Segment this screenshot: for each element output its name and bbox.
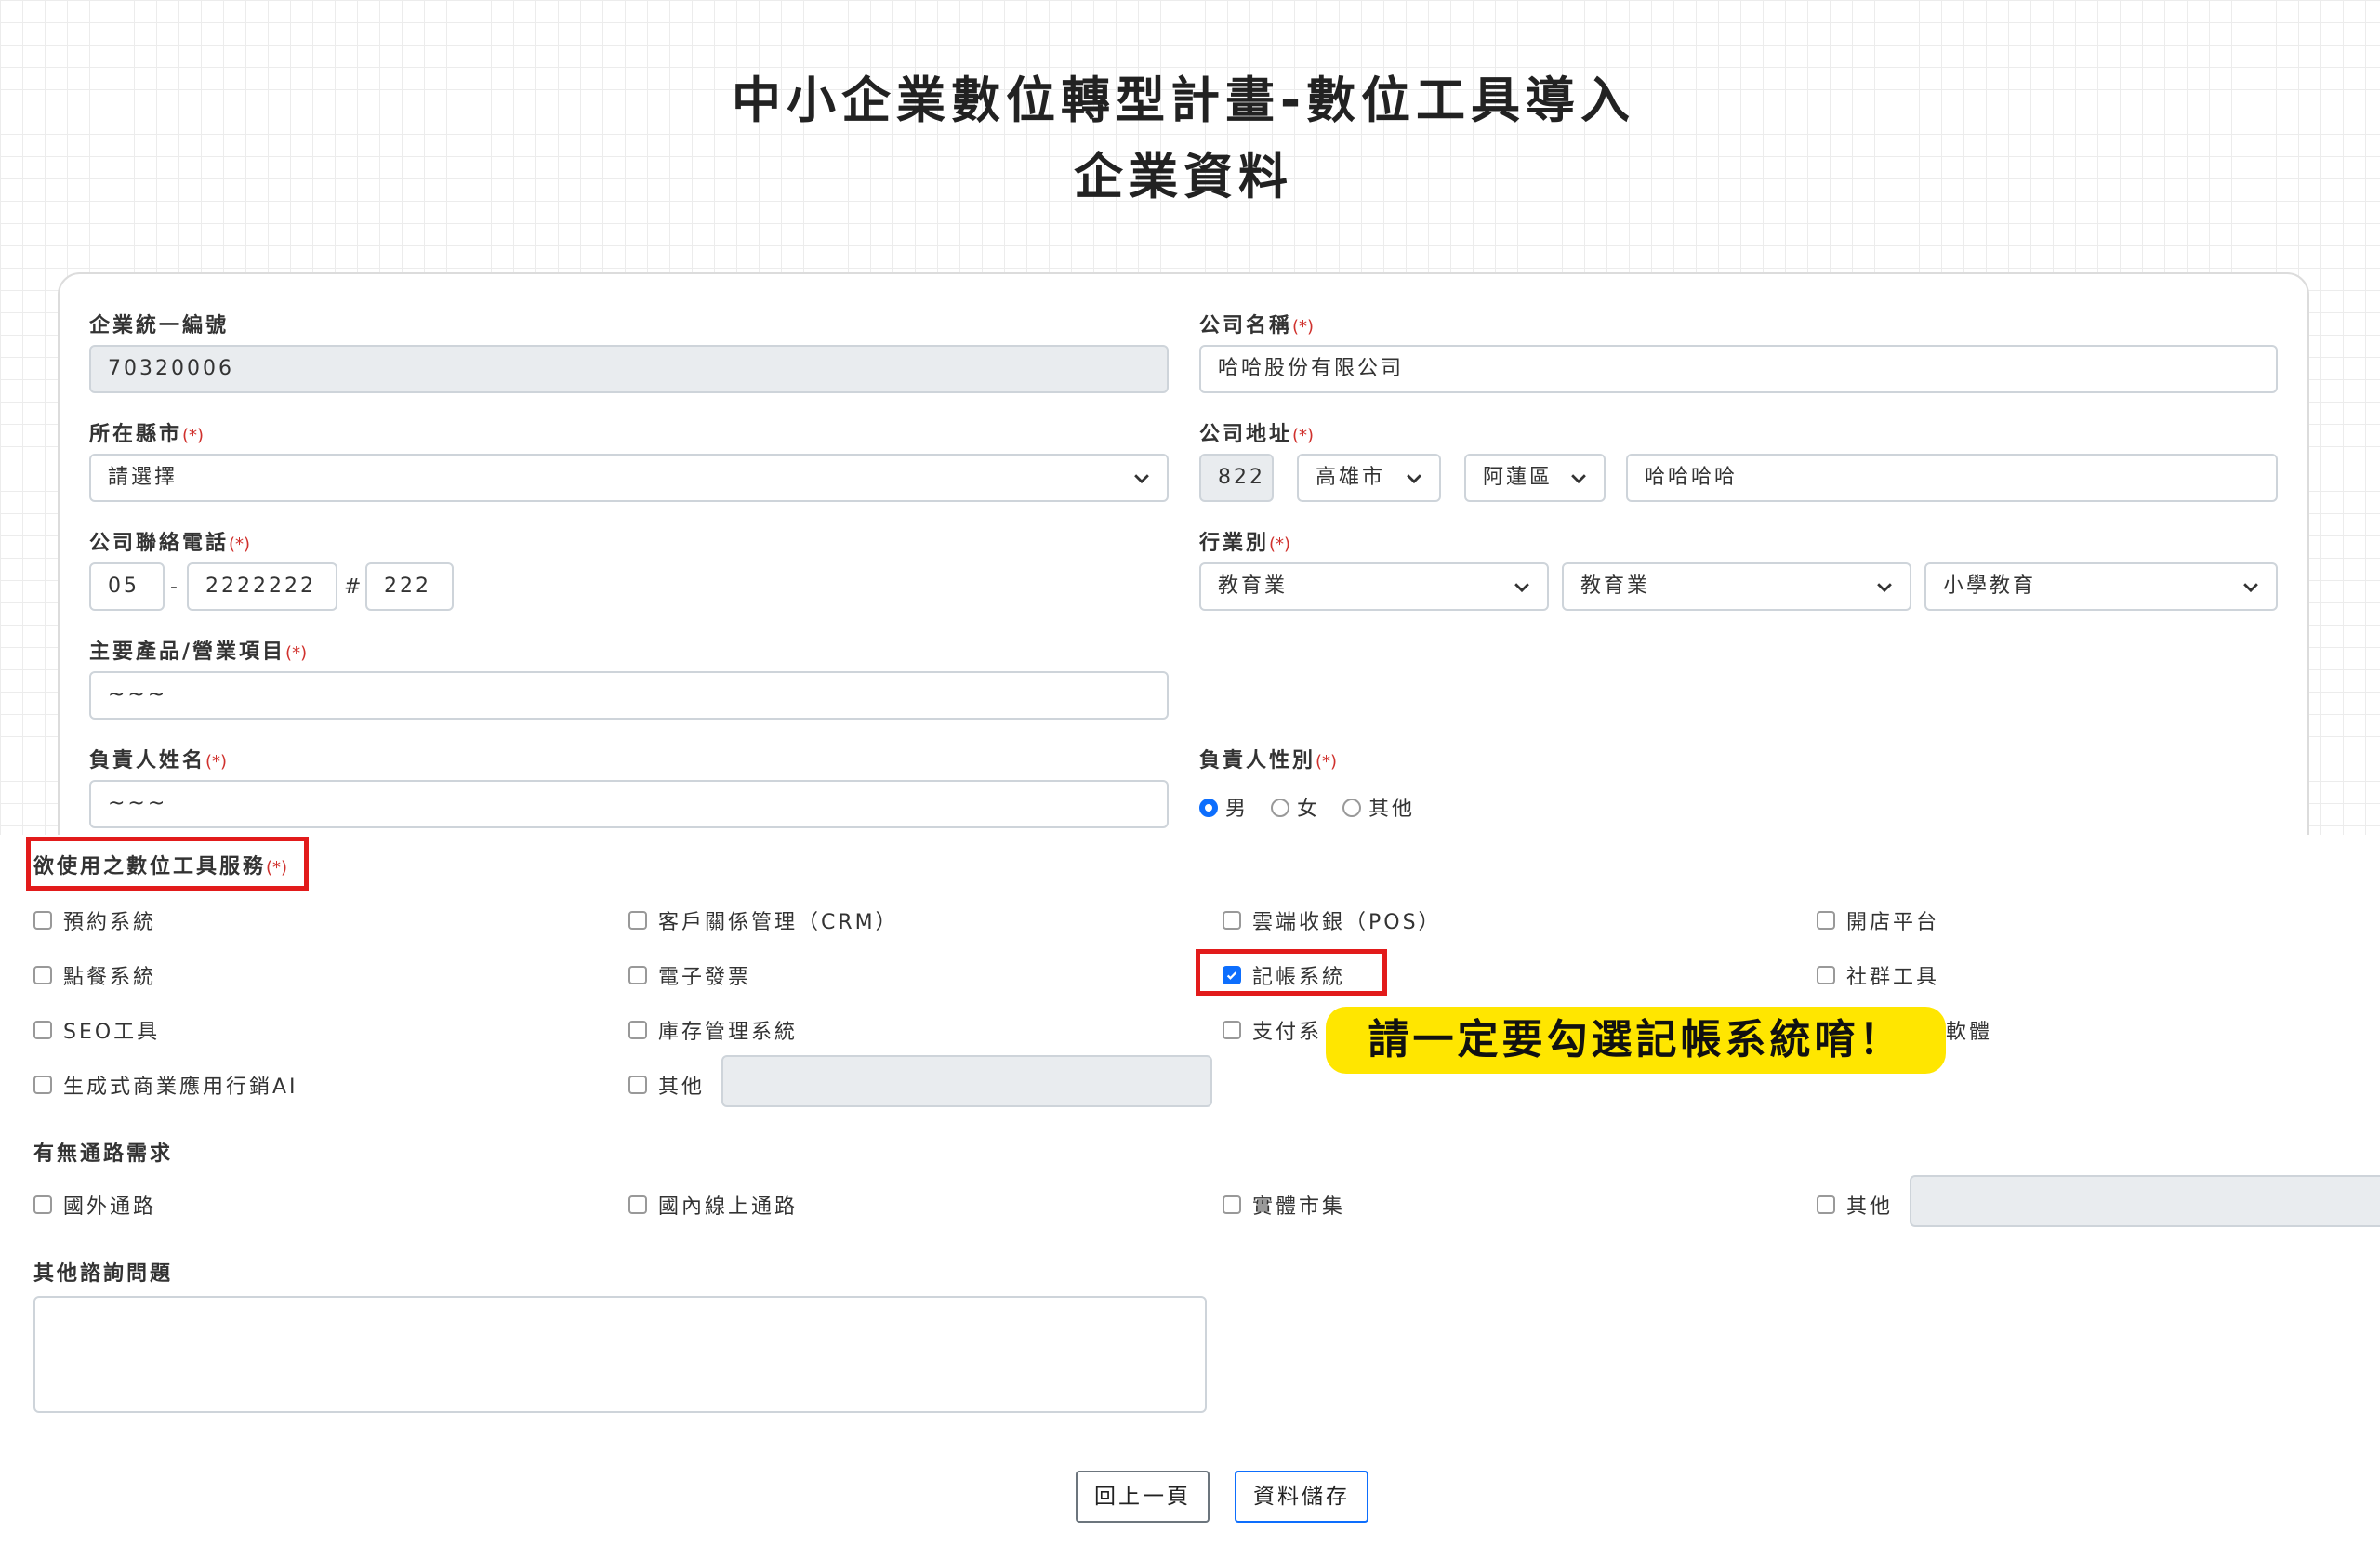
products-field[interactable]: ~~~ (89, 671, 1169, 720)
tool-option-ordering[interactable]: 點餐系統 (33, 960, 156, 990)
tool-option-crm[interactable]: 客戶關係管理（CRM） (628, 905, 899, 935)
highlight-box-accounting (1196, 949, 1387, 996)
tool-option-e-invoice[interactable]: 電子發票 (628, 960, 751, 990)
company-name-field[interactable]: 哈哈股份有限公司 (1199, 345, 2278, 393)
phone-hash: # (344, 575, 362, 599)
tool-option-seo[interactable]: SEO工具 (33, 1015, 160, 1045)
chevron-down-icon (2243, 583, 2258, 593)
back-button[interactable]: 回上一頁 (1076, 1471, 1210, 1523)
owner-gender-options: 男 女 其他 (1199, 792, 1415, 822)
page-subtitle: 企業資料 (1074, 149, 1293, 205)
channel-other-field[interactable] (1910, 1175, 2380, 1227)
other-questions-textarea[interactable] (33, 1296, 1207, 1413)
tool-option-booking[interactable]: 預約系統 (33, 905, 156, 935)
chevron-down-icon (1571, 474, 1586, 484)
products-label: 主要產品/營業項目(*) (89, 640, 308, 664)
chevron-down-icon (1407, 474, 1421, 484)
address-district-select[interactable]: 阿蓮區 (1464, 454, 1606, 502)
highlight-box-tools-label (26, 837, 309, 891)
channels-label: 有無通路需求 (33, 1142, 174, 1166)
owner-name-label: 負責人姓名(*) (89, 749, 228, 772)
chevron-down-icon (1134, 474, 1149, 484)
tool-option-genai[interactable]: 生成式商業應用行銷AI (33, 1070, 298, 1100)
tool-option-pos[interactable]: 雲端收銀（POS） (1223, 905, 1442, 935)
gender-radio-male[interactable]: 男 (1199, 798, 1249, 821)
city-label: 所在縣市(*) (89, 423, 205, 446)
tool-other-field[interactable] (721, 1055, 1212, 1107)
industry-level3-select[interactable]: 小學教育 (1924, 562, 2278, 611)
tool-option-payment[interactable]: 支付系 (1223, 1015, 1322, 1045)
channel-option-overseas[interactable]: 國外通路 (33, 1190, 156, 1220)
tool-option-software[interactable]: 軟體 (1946, 1015, 1992, 1045)
save-button[interactable]: 資料儲存 (1235, 1471, 1368, 1523)
industry-level1-select[interactable]: 教育業 (1199, 562, 1549, 611)
phone-label: 公司聯絡電話(*) (89, 532, 251, 555)
tax-id-label: 企業統一編號 (89, 314, 230, 337)
phone-number-field[interactable]: 2222222 (187, 562, 337, 611)
tool-option-inventory[interactable]: 庫存管理系統 (628, 1015, 798, 1045)
zip-code-field[interactable]: 822 (1199, 454, 1274, 502)
channel-option-domestic-online[interactable]: 國內線上通路 (628, 1190, 798, 1220)
owner-gender-label: 負責人性別(*) (1199, 749, 1338, 772)
city-select[interactable]: 請選擇 (89, 454, 1169, 502)
tool-option-other[interactable]: 其他 (628, 1070, 705, 1100)
industry-level2-select[interactable]: 教育業 (1562, 562, 1911, 611)
owner-name-field[interactable]: ~~~ (89, 780, 1169, 828)
phone-dash: - (170, 575, 178, 599)
address-street-field[interactable]: 哈哈哈哈 (1626, 454, 2278, 502)
company-name-label: 公司名稱(*) (1199, 314, 1315, 337)
address-label: 公司地址(*) (1199, 423, 1315, 446)
page-title: 中小企業數位轉型計畫-數位工具導入 (732, 73, 1635, 129)
channel-option-other[interactable]: 其他 (1817, 1190, 1893, 1220)
other-questions-label: 其他諮詢問題 (33, 1262, 174, 1286)
address-city-select[interactable]: 高雄市 (1297, 454, 1441, 502)
chevron-down-icon (1514, 583, 1529, 593)
industry-label: 行業別(*) (1199, 532, 1291, 555)
gender-radio-female[interactable]: 女 (1271, 798, 1320, 821)
gender-radio-other[interactable]: 其他 (1342, 798, 1415, 821)
chevron-down-icon (1877, 583, 1892, 593)
instruction-callout: 請一定要勾選記帳系統唷！ (1326, 1007, 1946, 1074)
tax-id-field[interactable]: 70320006 (89, 345, 1169, 393)
tool-option-social[interactable]: 社群工具 (1817, 960, 1939, 990)
channel-option-physical-market[interactable]: 實體市集 (1223, 1190, 1345, 1220)
phone-area-field[interactable]: 05 (89, 562, 165, 611)
tool-option-shop-platform[interactable]: 開店平台 (1817, 905, 1939, 935)
phone-ext-field[interactable]: 222 (365, 562, 454, 611)
